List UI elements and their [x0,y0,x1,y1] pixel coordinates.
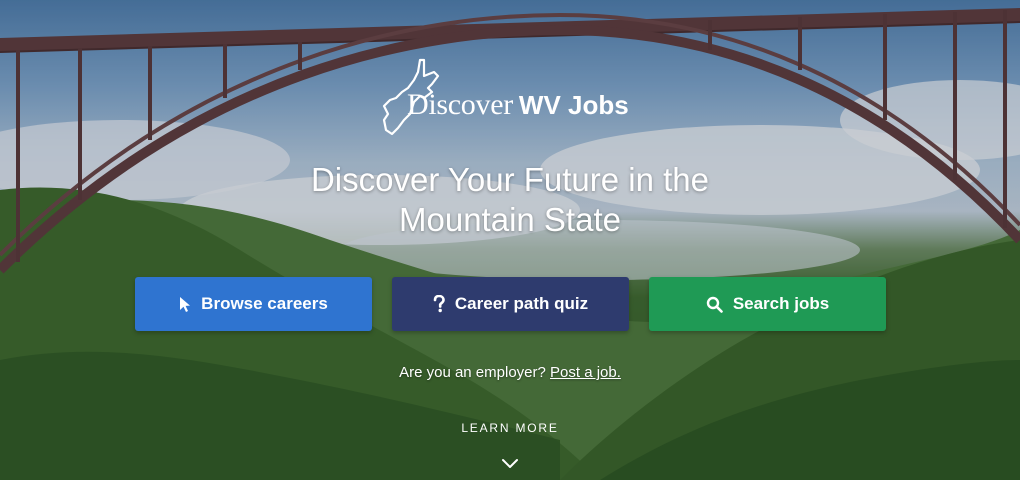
page-headline: Discover Your Future in the Mountain Sta… [0,160,1020,240]
hero-section: Discover WV Jobs Discover Your Future in … [0,0,1020,480]
employer-prompt: Are you an employer? Post a job. [0,364,1020,381]
chevron-down-icon[interactable] [500,457,520,471]
search-icon [706,296,723,313]
browse-careers-button[interactable]: Browse careers [135,277,372,331]
headline-line-1: Discover Your Future in the [310,161,710,198]
career-path-quiz-label: Career path quiz [454,294,589,313]
career-path-quiz-button[interactable]: Career path quiz [392,277,629,331]
site-logo[interactable]: Discover WV Jobs [380,58,650,142]
cursor-icon [179,296,191,313]
employer-question: Are you an employer? [399,364,546,381]
post-a-job-link[interactable]: Post a job. [550,364,621,381]
headline-line-2: Mountain State [399,201,621,238]
logo-word: Discover [407,88,513,121]
question-mark-icon [433,295,445,313]
search-jobs-label: Search jobs [732,294,830,313]
logo-strong: WV Jobs [518,90,629,120]
logo-text: Discover WV Jobs [407,88,629,122]
browse-careers-label: Browse careers [201,294,328,313]
search-jobs-button[interactable]: Search jobs [649,277,886,331]
learn-more-link[interactable]: LEARN MORE [0,421,1020,435]
